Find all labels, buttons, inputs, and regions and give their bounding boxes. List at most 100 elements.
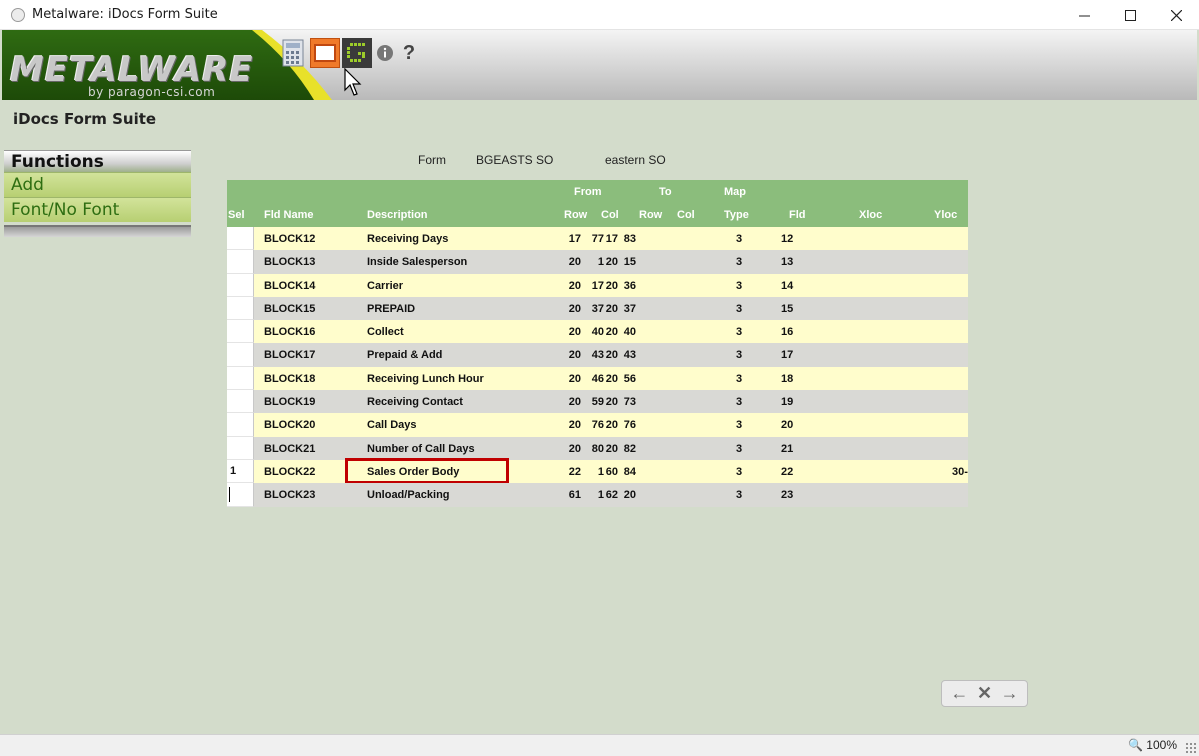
sel-input[interactable] (227, 250, 254, 274)
cell-yloc: 30- (952, 465, 968, 478)
cell-type: 3 (736, 372, 743, 385)
form-designer-button[interactable] (310, 38, 340, 68)
table-row[interactable]: BLOCK18 Receiving Lunch Hour 20 46 20 56 3 18 (227, 366, 968, 391)
cell-fld: 23 (781, 489, 794, 502)
cell-to-col: 43 (623, 349, 636, 362)
functions-panel: Functions Add Font/No Font (4, 150, 191, 240)
minimize-icon (1078, 15, 1090, 16)
cell-description: Call Days (367, 419, 417, 432)
table-row[interactable]: BLOCK12 Receiving Days 17 77 17 83 3 12 (227, 227, 968, 251)
cell-to-row: 20 (605, 256, 618, 269)
table-row[interactable]: BLOCK13 Inside Salesperson 20 1 20 15 3 13 (227, 250, 968, 274)
sel-input[interactable] (227, 366, 254, 391)
cell-from-row: 20 (568, 419, 581, 432)
previous-arrow-icon[interactable]: ← (950, 683, 968, 704)
cell-description: Receiving Days (367, 233, 449, 245)
cell-type: 3 (736, 396, 743, 409)
table-row[interactable]: BLOCK17 Prepaid & Add 20 43 20 43 3 17 (227, 343, 968, 367)
cell-type: 3 (736, 302, 743, 315)
close-icon (1170, 9, 1182, 21)
cell-fld: 15 (781, 302, 794, 315)
form-icon (314, 44, 336, 62)
sel-input[interactable] (227, 296, 254, 321)
sel-input[interactable] (227, 227, 254, 251)
sel-input[interactable]: 1 (227, 459, 254, 484)
functions-footer (4, 225, 191, 237)
cell-to-col: 37 (623, 302, 636, 315)
cell-to-col: 20 (623, 489, 636, 502)
cell-to-col: 76 (623, 419, 636, 432)
cell-to-row: 20 (605, 442, 618, 455)
close-button[interactable] (1153, 0, 1199, 30)
logo-text: METALWARE (10, 50, 254, 90)
sel-input[interactable] (227, 390, 254, 414)
cell-to-row: 20 (605, 302, 618, 315)
zoom-value: 100% (1146, 738, 1177, 752)
table-row[interactable]: BLOCK15 PREPAID 20 37 20 37 3 15 (227, 296, 968, 321)
cell-fld-name: BLOCK22 (264, 465, 316, 478)
resize-grip-icon[interactable] (1185, 742, 1197, 754)
cell-type: 3 (736, 489, 743, 502)
calculator-icon (282, 39, 304, 67)
window-controls (1061, 0, 1199, 30)
cell-from-col: 80 (591, 442, 604, 455)
form-name: eastern SO (605, 153, 666, 167)
function-add[interactable]: Add (4, 172, 191, 197)
cell-to-col: 84 (623, 465, 636, 478)
cell-from-row: 20 (568, 279, 581, 292)
record-navigation: ← ✕ → (941, 680, 1028, 707)
info-button[interactable] (374, 38, 396, 68)
cell-description: Receiving Contact (367, 396, 463, 409)
cell-from-row: 20 (568, 349, 581, 362)
header-xloc: Xloc (859, 209, 883, 221)
table-row[interactable]: BLOCK23 Unload/Packing 61 1 62 20 3 23 (227, 483, 968, 507)
table-row[interactable]: BLOCK20 Call Days 20 76 20 76 3 20 (227, 413, 968, 437)
cell-fld-name: BLOCK19 (264, 396, 316, 409)
cell-from-row: 17 (568, 233, 581, 245)
help-icon: ? (402, 41, 416, 64)
table-row[interactable]: BLOCK19 Receiving Contact 20 59 20 73 3 19 (227, 390, 968, 414)
generate-button[interactable] (342, 38, 372, 68)
cell-fld: 13 (781, 256, 794, 269)
cell-type: 3 (736, 233, 743, 245)
cell-fld-name: BLOCK17 (264, 349, 316, 362)
cell-fld: 14 (781, 279, 794, 292)
sel-input[interactable] (227, 413, 254, 437)
cell-from-row: 20 (568, 256, 581, 269)
table-row[interactable]: BLOCK21 Number of Call Days 20 80 20 82 3 21 (227, 436, 968, 460)
help-button[interactable]: ? (398, 38, 420, 68)
cell-fld-name: BLOCK20 (264, 419, 316, 432)
cell-type: 3 (736, 279, 743, 292)
table-row[interactable]: BLOCK16 Collect 20 40 20 40 3 16 (227, 320, 968, 344)
table-row[interactable]: 1 BLOCK22 Sales Order Body 22 1 60 84 3 22 30- (227, 457, 968, 484)
sel-input[interactable] (227, 436, 254, 460)
cell-fld-name: BLOCK14 (264, 279, 316, 292)
minimize-button[interactable] (1061, 0, 1107, 30)
header-from: From (574, 186, 602, 198)
cell-to-col: 83 (623, 233, 636, 245)
g-grid-icon (347, 43, 365, 62)
sel-input[interactable] (227, 343, 254, 367)
function-font-toggle[interactable]: Font/No Font (4, 197, 191, 222)
cell-from-col: 40 (591, 326, 604, 339)
status-bar: 🔍 100% (0, 734, 1199, 756)
sel-input[interactable] (227, 483, 254, 507)
table-row[interactable]: BLOCK14 Carrier 20 17 20 36 3 14 (227, 273, 968, 297)
maximize-button[interactable] (1107, 0, 1153, 30)
header-fld: Fld (789, 209, 806, 221)
calculator-button[interactable] (278, 38, 308, 68)
sel-input[interactable] (227, 320, 254, 344)
sel-input[interactable] (227, 273, 254, 297)
cell-description: Unload/Packing (367, 489, 450, 502)
header-to-row: Row (639, 209, 663, 221)
header-map: Map (724, 186, 746, 198)
header-fld-name: Fld Name (264, 209, 314, 221)
cell-type: 3 (736, 326, 743, 339)
cell-from-col: 76 (591, 419, 604, 432)
cell-to-col: 82 (623, 442, 636, 455)
zoom-level[interactable]: 🔍 100% (1128, 738, 1177, 752)
cancel-x-icon[interactable]: ✕ (977, 683, 992, 704)
cell-description: Inside Salesperson (367, 256, 468, 269)
cell-fld: 20 (781, 419, 794, 432)
next-arrow-icon[interactable]: → (1001, 683, 1019, 704)
